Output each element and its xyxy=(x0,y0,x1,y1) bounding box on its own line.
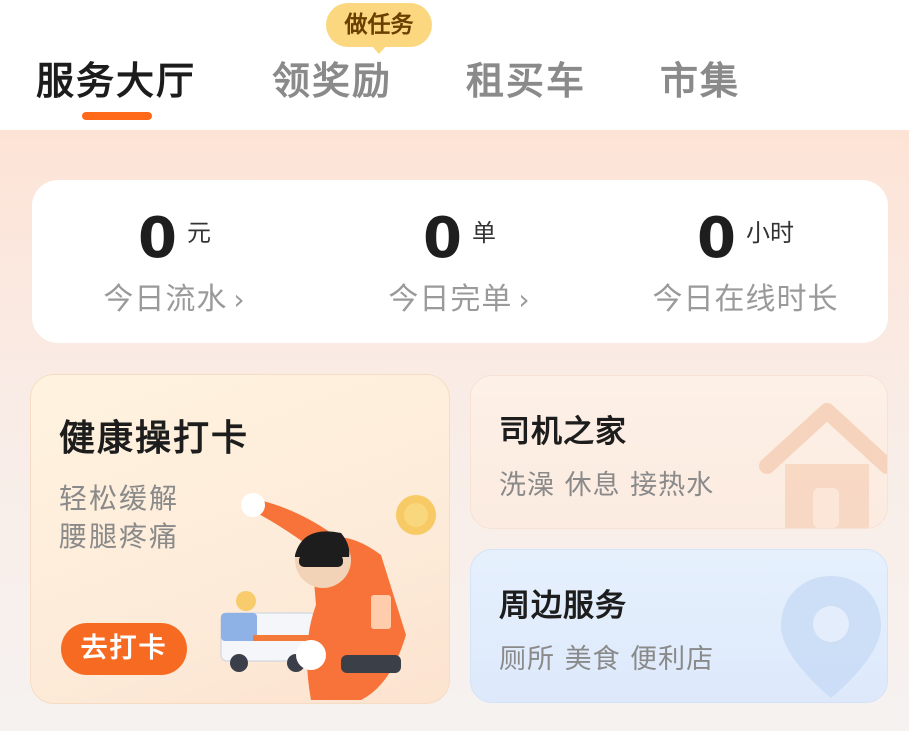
stat-revenue[interactable]: 0元 今日流水 › xyxy=(32,180,317,343)
tab-rewards[interactable]: 领奖励 xyxy=(272,58,392,104)
driver-home-subtitle: 洗澡 休息 接热水 xyxy=(499,470,715,501)
active-tab-indicator xyxy=(82,112,152,120)
nearby-services-title: 周边服务 xyxy=(499,588,627,624)
checkin-button[interactable]: 去打卡 xyxy=(61,623,187,675)
stat-value: 0 xyxy=(423,206,462,271)
chevron-right-icon: › xyxy=(233,283,246,316)
health-card-title: 健康操打卡 xyxy=(59,418,250,459)
task-badge[interactable]: 做任务 xyxy=(326,3,432,47)
stat-label: 今日流水 xyxy=(103,282,228,317)
tab-service-hall[interactable]: 服务大厅 xyxy=(36,58,196,104)
tab-rent-buy-car[interactable]: 租买车 xyxy=(466,58,586,104)
task-badge-tail xyxy=(370,44,388,54)
health-card-subtitle-line2: 腰腿疼痛 xyxy=(59,520,180,553)
stat-unit: 小时 xyxy=(745,219,794,247)
stat-orders[interactable]: 0单 今日完单 › xyxy=(317,180,602,343)
stat-value: 0 xyxy=(138,206,177,271)
health-card-subtitle-line1: 轻松缓解 xyxy=(59,482,180,515)
location-pin-icon xyxy=(781,576,881,698)
driver-stretching-illustration xyxy=(220,493,436,700)
stat-unit: 元 xyxy=(186,219,211,247)
stat-label: 今日在线时长 xyxy=(652,282,839,317)
driver-home-title: 司机之家 xyxy=(499,414,627,450)
stat-label: 今日完单 xyxy=(388,282,513,317)
house-icon xyxy=(759,403,887,528)
stat-unit: 单 xyxy=(471,219,496,247)
nearby-services-subtitle: 厕所 美食 便利店 xyxy=(499,644,715,675)
tab-market[interactable]: 市集 xyxy=(660,58,740,104)
stat-value: 0 xyxy=(697,206,736,271)
today-stats-card: 0元 今日流水 › 0单 今日完单 › 0 小时 今日在线时长 xyxy=(32,180,888,343)
stat-online-hours: 0 小时 今日在线时长 xyxy=(603,180,888,343)
nearby-services-card[interactable]: 周边服务 厕所 美食 便利店 xyxy=(470,549,888,703)
top-tab-bar: 服务大厅 领奖励 租买车 市集 做任务 xyxy=(0,0,909,130)
chevron-right-icon: › xyxy=(518,283,531,316)
health-checkin-card[interactable]: 健康操打卡 轻松缓解 腰腿疼痛 去打卡 xyxy=(30,374,450,704)
driver-home-card[interactable]: 司机之家 洗澡 休息 接热水 xyxy=(470,375,888,529)
